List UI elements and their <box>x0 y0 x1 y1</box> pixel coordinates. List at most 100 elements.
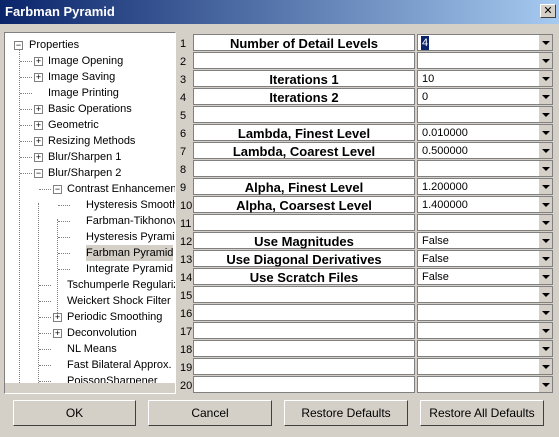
expand-icon[interactable]: + <box>34 57 43 66</box>
tree-line <box>20 141 32 142</box>
dropdown-arrow-icon[interactable] <box>538 269 552 284</box>
dropdown-arrow-icon[interactable] <box>538 197 552 212</box>
tree-node-label: Geometric <box>48 119 99 131</box>
tree-node[interactable]: Integrate Pyramid <box>5 261 175 277</box>
property-value-dropdown[interactable]: 0 <box>417 88 553 105</box>
dropdown-arrow-icon[interactable] <box>538 341 552 356</box>
collapse-icon[interactable]: − <box>53 185 62 194</box>
row-number: 10 <box>180 200 193 212</box>
dropdown-arrow-icon[interactable] <box>538 305 552 320</box>
tree-horizontal-scrollbar[interactable] <box>5 383 175 393</box>
expand-icon[interactable]: + <box>34 105 43 114</box>
dropdown-arrow-icon[interactable] <box>538 359 552 374</box>
property-value-dropdown[interactable] <box>417 304 553 321</box>
property-value-dropdown[interactable]: False <box>417 250 553 267</box>
dropdown-arrow-icon[interactable] <box>538 251 552 266</box>
property-value-dropdown[interactable]: 0.500000 <box>417 142 553 159</box>
tree-node[interactable]: − Blur/Sharpen 2 <box>5 165 175 181</box>
property-value-dropdown[interactable] <box>417 322 553 339</box>
dropdown-arrow-icon[interactable] <box>538 35 552 50</box>
property-value-dropdown[interactable] <box>417 286 553 303</box>
dropdown-arrow-icon[interactable] <box>538 161 552 176</box>
tree-node[interactable]: − Contrast Enhancemen <box>5 181 175 197</box>
dropdown-arrow-icon[interactable] <box>538 287 552 302</box>
tree-node[interactable]: + Image Opening <box>5 53 175 69</box>
tree-line <box>20 173 32 174</box>
collapse-icon[interactable]: − <box>14 41 23 50</box>
dropdown-arrow-icon[interactable] <box>538 179 552 194</box>
tree-node[interactable]: NL Means <box>5 341 175 357</box>
property-value-dropdown[interactable] <box>417 376 553 393</box>
title-bar[interactable]: Farbman Pyramid ✕ <box>0 0 559 24</box>
tree-node[interactable]: Hysteresis Smooth <box>5 197 176 213</box>
ok-button[interactable]: OK <box>13 400 136 426</box>
dropdown-arrow-icon[interactable] <box>538 89 552 104</box>
property-value-dropdown[interactable] <box>417 214 553 231</box>
tree-node[interactable]: + Geometric <box>5 117 175 133</box>
tree-line <box>39 189 51 190</box>
tree-node[interactable]: − Properties <box>5 37 175 53</box>
row-number: 17 <box>180 326 193 338</box>
dropdown-arrow-icon[interactable] <box>538 323 552 338</box>
dropdown-arrow-icon[interactable] <box>538 233 552 248</box>
tree-line <box>58 269 70 270</box>
properties-tree[interactable]: − Properties + Image Opening + Image Saving Im… <box>4 32 176 394</box>
cancel-button[interactable]: Cancel <box>148 400 272 426</box>
tree-node-label: Image Opening <box>48 55 124 67</box>
dropdown-arrow-icon[interactable] <box>538 107 552 122</box>
tree-line <box>39 301 51 302</box>
tree-line <box>39 285 51 286</box>
tree-node[interactable]: + Image Saving <box>5 69 175 85</box>
tree-node-label: Hysteresis Smooth <box>86 199 176 211</box>
property-label <box>193 340 415 357</box>
expand-icon[interactable]: + <box>34 121 43 130</box>
dropdown-arrow-icon[interactable] <box>538 71 552 86</box>
restore-defaults-button[interactable]: Restore Defaults <box>284 400 408 426</box>
property-label: Use Magnitudes <box>193 232 415 249</box>
expand-icon[interactable]: + <box>53 313 62 322</box>
dropdown-arrow-icon[interactable] <box>538 377 552 392</box>
property-value-dropdown[interactable]: 1.400000 <box>417 196 553 213</box>
tree-node[interactable]: Farbman Pyramid <box>5 245 175 261</box>
dropdown-arrow-icon[interactable] <box>538 143 552 158</box>
tree-node-label: PoissonSharpener <box>67 375 158 383</box>
expand-icon[interactable]: + <box>53 329 62 338</box>
tree-node[interactable]: Farbman-Tikhonov <box>5 213 175 229</box>
close-button[interactable]: ✕ <box>540 4 556 18</box>
tree-node[interactable]: + Resizing Methods <box>5 133 175 149</box>
tree-content: − Properties + Image Opening + Image Saving Im… <box>5 33 176 383</box>
property-value-dropdown[interactable] <box>417 358 553 375</box>
tree-node[interactable]: + Blur/Sharpen 1 <box>5 149 175 165</box>
property-value-dropdown[interactable]: 1.200000 <box>417 178 553 195</box>
dropdown-arrow-icon[interactable] <box>538 215 552 230</box>
collapse-icon[interactable]: − <box>34 169 43 178</box>
tree-node[interactable]: Image Printing <box>5 85 175 101</box>
property-value-dropdown[interactable]: 0.010000 <box>417 124 553 141</box>
property-value-dropdown[interactable] <box>417 340 553 357</box>
tree-node[interactable]: Weickert Shock Filter <box>5 293 175 309</box>
row-number: 5 <box>180 110 187 122</box>
expand-icon[interactable]: + <box>34 73 43 82</box>
property-value-dropdown[interactable]: 4 <box>417 34 553 51</box>
tree-node[interactable]: + Deconvolution <box>5 325 175 341</box>
tree-node[interactable]: Fast Bilateral Approx. <box>5 357 175 373</box>
property-value-dropdown[interactable] <box>417 106 553 123</box>
property-value-dropdown[interactable]: 10 <box>417 70 553 87</box>
tree-node[interactable]: + Periodic Smoothing <box>5 309 175 325</box>
restore-all-defaults-button[interactable]: Restore All Defaults <box>420 400 544 426</box>
tree-node[interactable]: PoissonSharpener <box>5 373 175 383</box>
property-value-dropdown[interactable] <box>417 52 553 69</box>
tree-node[interactable]: Hysteresis Pyramid <box>5 229 175 245</box>
property-label: Number of Detail Levels <box>193 34 415 51</box>
tree-line <box>20 125 32 126</box>
tree-node-label: Resizing Methods <box>48 135 136 147</box>
tree-node[interactable]: Tschumperle Regulariz <box>5 277 175 293</box>
tree-node[interactable]: + Basic Operations <box>5 101 175 117</box>
property-value-dropdown[interactable]: False <box>417 232 553 249</box>
property-value-dropdown[interactable]: False <box>417 268 553 285</box>
expand-icon[interactable]: + <box>34 137 43 146</box>
dropdown-arrow-icon[interactable] <box>538 125 552 140</box>
dropdown-arrow-icon[interactable] <box>538 53 552 68</box>
expand-icon[interactable]: + <box>34 153 43 162</box>
property-value-dropdown[interactable] <box>417 160 553 177</box>
